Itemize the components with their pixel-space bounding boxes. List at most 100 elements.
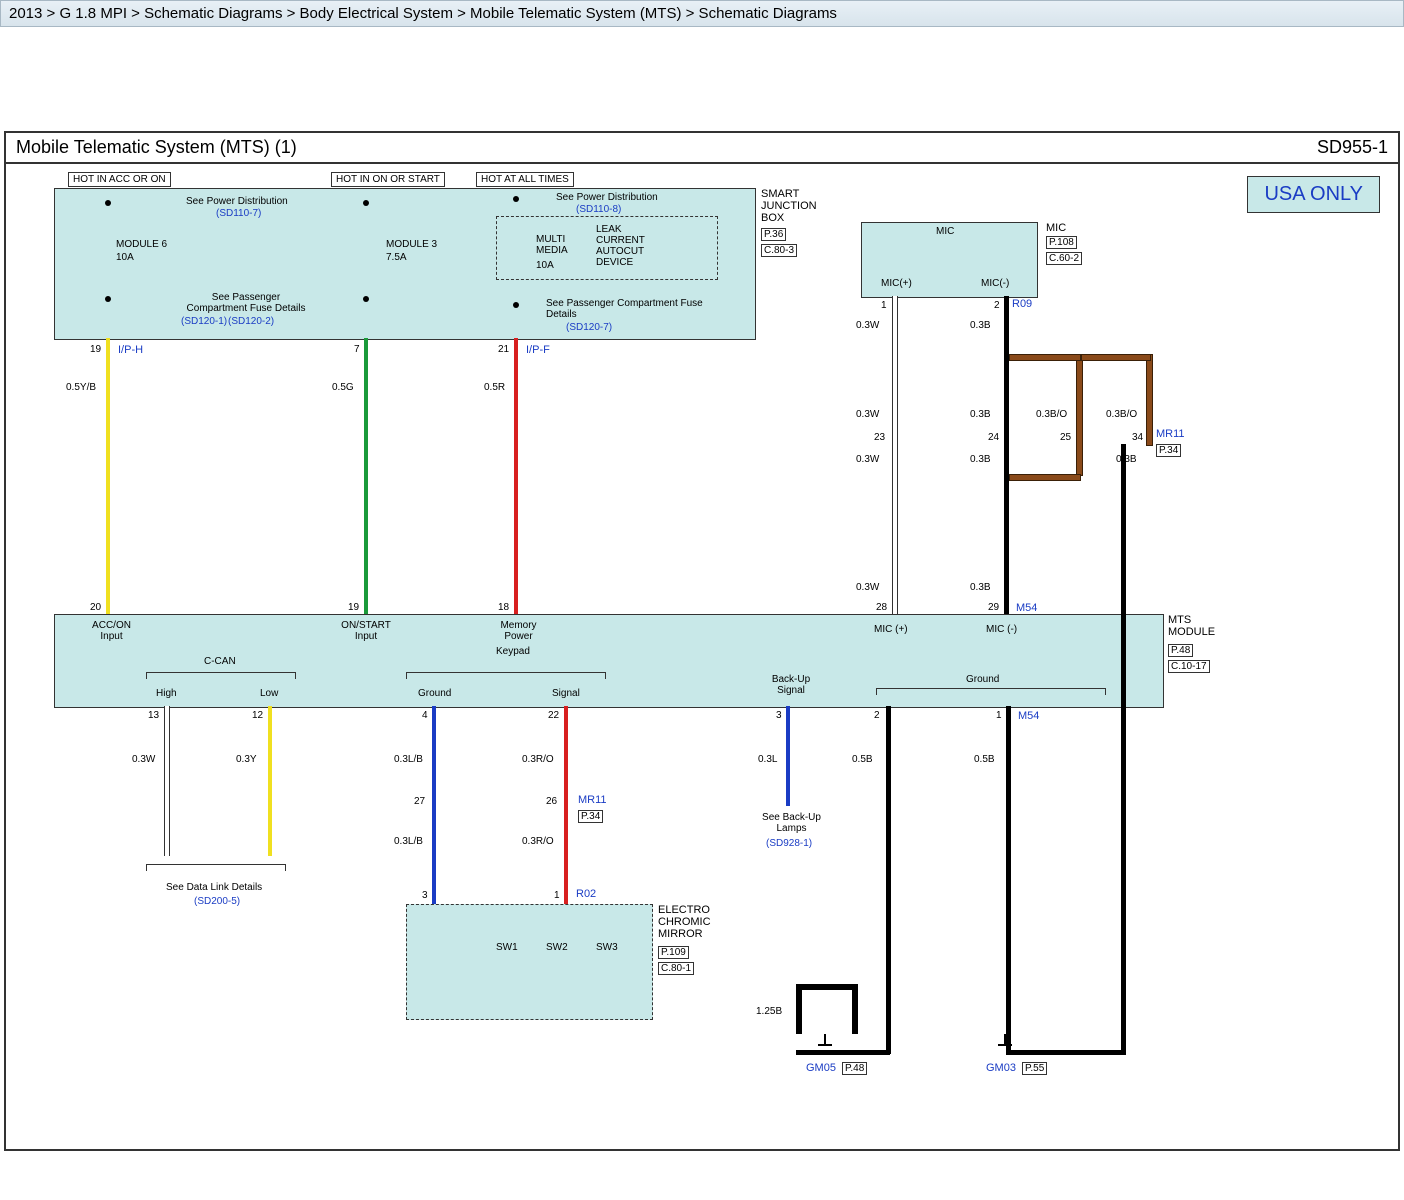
- out-ground2: Ground: [966, 674, 999, 685]
- gm05-page: P.48: [842, 1062, 867, 1075]
- wire-gnd-1: [886, 706, 891, 1054]
- pin-21: 21: [498, 344, 509, 355]
- ecm-name: ELECTRO CHROMIC MIRROR: [658, 904, 728, 940]
- sd1201[interactable]: (SD120-1): [181, 316, 227, 327]
- wire-lbl-05b-2: 0.5B: [974, 754, 995, 765]
- mic-page: P.108: [1046, 236, 1077, 249]
- gm03-page: P.55: [1022, 1062, 1047, 1075]
- wire-ccan-l: [268, 706, 272, 856]
- wire-lbl-l: 0.3L: [758, 754, 777, 765]
- wire-lbl-ccan-y: 0.3Y: [236, 754, 257, 765]
- wire-kp-gnd: [432, 706, 436, 904]
- wire-lbl-yb: 0.5Y/B: [66, 382, 96, 393]
- conn-mr11-top: MR11: [1156, 428, 1185, 440]
- wire-shield-h3: [1081, 354, 1151, 361]
- gnd-bridge-top: [796, 984, 856, 990]
- leak-device: LEAK CURRENT AUTOCUT DEVICE: [596, 224, 656, 268]
- ecm-box: [406, 904, 653, 1020]
- node: [105, 200, 111, 206]
- mts-page: P.48: [1168, 644, 1193, 657]
- sjb-page: P.36: [761, 228, 786, 241]
- pwr-dist-2: See Power Distribution: [556, 192, 658, 203]
- in-mem: Memory Power: [491, 620, 546, 642]
- sw2: SW2: [546, 942, 568, 953]
- out-low: Low: [260, 688, 278, 699]
- wire-lbl-03w-c: 0.3W: [856, 454, 879, 465]
- ground-symbol-2: [998, 1034, 1012, 1056]
- pin-3: 3: [776, 710, 782, 721]
- brace-ground: [876, 688, 1106, 699]
- conn-m54-top: M54: [1016, 602, 1037, 614]
- pin-7: 7: [354, 344, 360, 355]
- hot-acc-label: HOT IN ACC OR ON: [68, 172, 171, 187]
- pin-27: 27: [414, 796, 425, 807]
- in-micp: MIC (+): [874, 624, 908, 635]
- pin-2: 2: [874, 710, 880, 721]
- ground-symbol-1: [818, 1034, 832, 1056]
- wire-lbl-lb2: 0.3L/B: [394, 836, 423, 847]
- sd9281[interactable]: (SD928-1): [766, 838, 812, 849]
- wire-mic-neg: [1004, 296, 1009, 614]
- mic-neg: MIC(-): [981, 278, 1009, 289]
- mm-rating: 10A: [536, 260, 554, 271]
- wire-lbl-bo-2: 0.3B/O: [1106, 409, 1137, 420]
- pin-19: 19: [90, 344, 101, 355]
- fuse-det-2: See Passenger Compartment Fuse Details: [546, 298, 716, 320]
- pin-18: 18: [498, 602, 509, 613]
- diagram-id: SD955-1: [1317, 137, 1388, 158]
- wire-lbl-lb1: 0.3L/B: [394, 754, 423, 765]
- wire-lbl-ro1: 0.3R/O: [522, 754, 554, 765]
- mic-sym: MIC: [936, 226, 954, 237]
- wire-lbl-g: 0.5G: [332, 382, 354, 393]
- sw3: SW3: [596, 942, 618, 953]
- wire-lbl-r: 0.5R: [484, 382, 505, 393]
- sd1202[interactable]: (SD120-2): [228, 316, 274, 327]
- wire-gnd-2: [1006, 706, 1011, 1054]
- sd1107[interactable]: (SD110-7): [216, 208, 261, 219]
- backup-text: See Back-Up Lamps: [754, 812, 829, 834]
- wire-g: [364, 338, 368, 614]
- sd1207[interactable]: (SD120-7): [566, 322, 612, 333]
- brace-keypad: [406, 672, 606, 683]
- wire-lbl-03w-d: 0.3W: [856, 582, 879, 593]
- fuse-det-1: See Passenger Compartment Fuse Details: [181, 292, 311, 314]
- diagram-title-row: Mobile Telematic System (MTS) (1) SD955-…: [6, 133, 1398, 164]
- conn-ipf: I/P-F: [526, 344, 550, 356]
- pin-34: 34: [1132, 432, 1143, 443]
- pin-20: 20: [90, 602, 101, 613]
- gnd-h2: [1006, 1050, 1126, 1055]
- mr11-page-top: P.34: [1156, 444, 1181, 457]
- out-bu: Back-Up Signal: [766, 674, 816, 696]
- mic-pin-2: 2: [994, 300, 1000, 311]
- sjb-cref: C.80-3: [761, 244, 797, 257]
- hot-on-label: HOT IN ON OR START: [331, 172, 445, 187]
- multi-media: MULTI MEDIA: [536, 234, 576, 256]
- gnd-far-right: [1121, 444, 1126, 1054]
- sd2005[interactable]: (SD200-5): [194, 896, 240, 907]
- pin-29: 29: [988, 602, 999, 613]
- out-high: High: [156, 688, 177, 699]
- conn-iph: I/P-H: [118, 344, 143, 356]
- sjb-name: SMART JUNCTION BOX: [761, 188, 841, 224]
- diagram-canvas: USA ONLY HOT IN ACC OR ON HOT IN ON OR S…: [6, 164, 1398, 1149]
- mic-cref: C.60-2: [1046, 252, 1082, 265]
- module3: MODULE 3: [386, 239, 437, 250]
- ecm-page: P.109: [658, 946, 689, 959]
- usa-only-badge: USA ONLY: [1247, 176, 1380, 213]
- wire-lbl-03b-a: 0.3B: [970, 320, 991, 331]
- out-keypad: Keypad: [496, 646, 530, 657]
- conn-gm05: GM05: [806, 1062, 836, 1074]
- module3-rating: 7.5A: [386, 252, 407, 263]
- module6: MODULE 6: [116, 239, 167, 250]
- wire-shield-v1: [1076, 354, 1083, 476]
- pin-24: 24: [988, 432, 999, 443]
- hot-all-label: HOT AT ALL TIMES: [476, 172, 574, 187]
- out-gnd: Ground: [418, 688, 451, 699]
- pin-12: 12: [252, 710, 263, 721]
- node: [513, 302, 519, 308]
- sd1108[interactable]: (SD110-8): [576, 204, 621, 215]
- wire-lbl-03b-d: 0.3B: [970, 582, 991, 593]
- wire-lbl-ro2: 0.3R/O: [522, 836, 554, 847]
- pin-28: 28: [876, 602, 887, 613]
- node: [513, 196, 519, 202]
